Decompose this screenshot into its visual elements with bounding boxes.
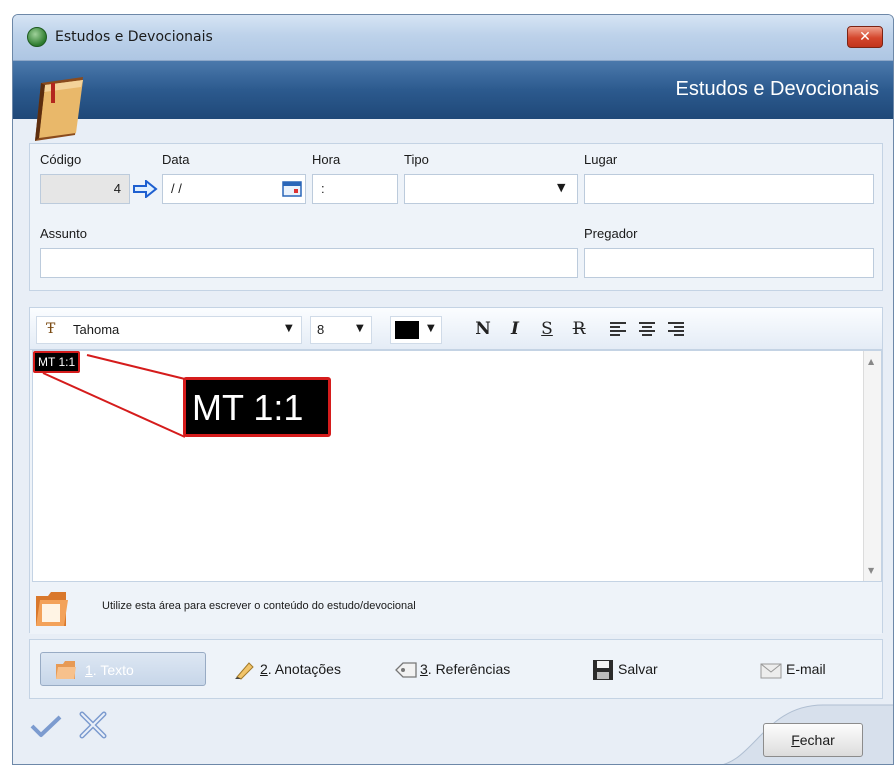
pregador-label: Pregador (584, 226, 638, 241)
email-button[interactable]: E-mail (760, 652, 850, 686)
tabs-bar: 1. Texto 2. Anotações 3. Referências Sal… (29, 639, 883, 699)
tab-referencias[interactable]: 3. Referências (390, 652, 540, 686)
pregador-field[interactable] (584, 248, 874, 278)
close-button[interactable]: Fechar (763, 723, 863, 757)
tab-referencias-label: . Referências (427, 661, 511, 677)
confirm-check-icon[interactable] (29, 713, 63, 739)
lugar-field[interactable] (584, 174, 874, 204)
text-editor[interactable]: MT 1:1 MT 1:1 ▲ ▼ (32, 350, 882, 582)
align-right-icon[interactable] (666, 321, 684, 337)
codigo-label: Código (40, 152, 82, 167)
tab-texto-label: . Texto (92, 662, 134, 678)
save-label: Salvar (618, 661, 658, 677)
tag-icon (395, 662, 417, 678)
chevron-down-icon[interactable]: ▼ (427, 323, 435, 334)
hint-text: Utilize esta área para escrever o conteú… (102, 600, 416, 612)
cancel-x-icon[interactable] (77, 709, 109, 741)
arrow-right-icon[interactable] (132, 180, 158, 198)
scroll-down-icon[interactable]: ▼ (868, 566, 874, 575)
format-toolbar: Tahoma Ŧ ▼ 8 ▼ ▼ N I S R (30, 308, 882, 350)
zoom-callout: MT 1:1 (183, 377, 331, 437)
title-bar: Estudos e Devocionais ✕ (13, 15, 893, 61)
save-button[interactable]: Salvar (590, 652, 690, 686)
tab-anotacoes[interactable]: 2. Anotações (230, 652, 366, 686)
tab-referencias-key: 3 (420, 661, 428, 677)
assunto-label: Assunto (40, 226, 87, 241)
align-center-icon[interactable] (638, 321, 656, 337)
bold-button[interactable]: N (470, 316, 496, 342)
book-icon (35, 77, 83, 141)
assunto-field[interactable] (40, 248, 578, 278)
lugar-label: Lugar (584, 152, 618, 167)
hora-label: Hora (312, 152, 341, 167)
footer: Fechar (13, 701, 893, 764)
align-left-icon[interactable] (610, 321, 628, 337)
tab-anotacoes-key: 2 (260, 661, 268, 677)
codigo-field: 4 (40, 174, 130, 204)
banner: Estudos e Devocionais (13, 61, 893, 119)
color-swatch (395, 321, 419, 339)
calendar-icon[interactable] (282, 181, 302, 197)
editor-scrollbar[interactable]: ▲ ▼ (863, 351, 881, 581)
folder-icon (36, 592, 68, 626)
email-label: E-mail (786, 661, 826, 677)
header-form: Código 4 Data / / Hora : Tipo ▼ Lugar As… (29, 143, 883, 291)
main-window: Estudos e Devocionais ✕ Estudos e Devoci… (12, 14, 894, 765)
save-icon (593, 660, 613, 680)
banner-title: Estudos e Devocionais (675, 78, 879, 100)
folder-icon (56, 661, 76, 679)
email-icon (760, 663, 782, 679)
font-icon: Ŧ (46, 321, 56, 337)
strikethrough-button[interactable]: R (566, 316, 592, 342)
close-button-key: F (791, 732, 800, 748)
editor-panel: Tahoma Ŧ ▼ 8 ▼ ▼ N I S R MT 1:1 MT 1:1 ▲… (29, 307, 883, 634)
scroll-up-icon[interactable]: ▲ (868, 357, 874, 366)
window-title: Estudos e Devocionais (55, 29, 213, 45)
underline-button[interactable]: S (534, 316, 560, 342)
close-button-label: echar (799, 732, 835, 748)
tab-texto-key: 1 (85, 662, 93, 678)
font-select[interactable]: Tahoma (36, 316, 302, 344)
app-icon (27, 27, 47, 47)
tipo-select[interactable] (404, 174, 578, 204)
chevron-down-icon[interactable]: ▼ (356, 323, 364, 334)
data-label: Data (162, 152, 190, 167)
tab-texto[interactable]: 1. Texto (40, 652, 206, 686)
hint-bar: Utilize esta área para escrever o conteú… (30, 582, 882, 634)
tipo-label: Tipo (404, 152, 429, 167)
close-window-button[interactable]: ✕ (847, 26, 883, 48)
chevron-down-icon[interactable]: ▼ (557, 181, 565, 194)
chevron-down-icon[interactable]: ▼ (285, 323, 293, 334)
italic-button[interactable]: I (502, 316, 528, 342)
hora-field[interactable]: : (312, 174, 398, 204)
tab-anotacoes-label: . Anotações (267, 661, 341, 677)
pencil-icon (235, 662, 254, 680)
